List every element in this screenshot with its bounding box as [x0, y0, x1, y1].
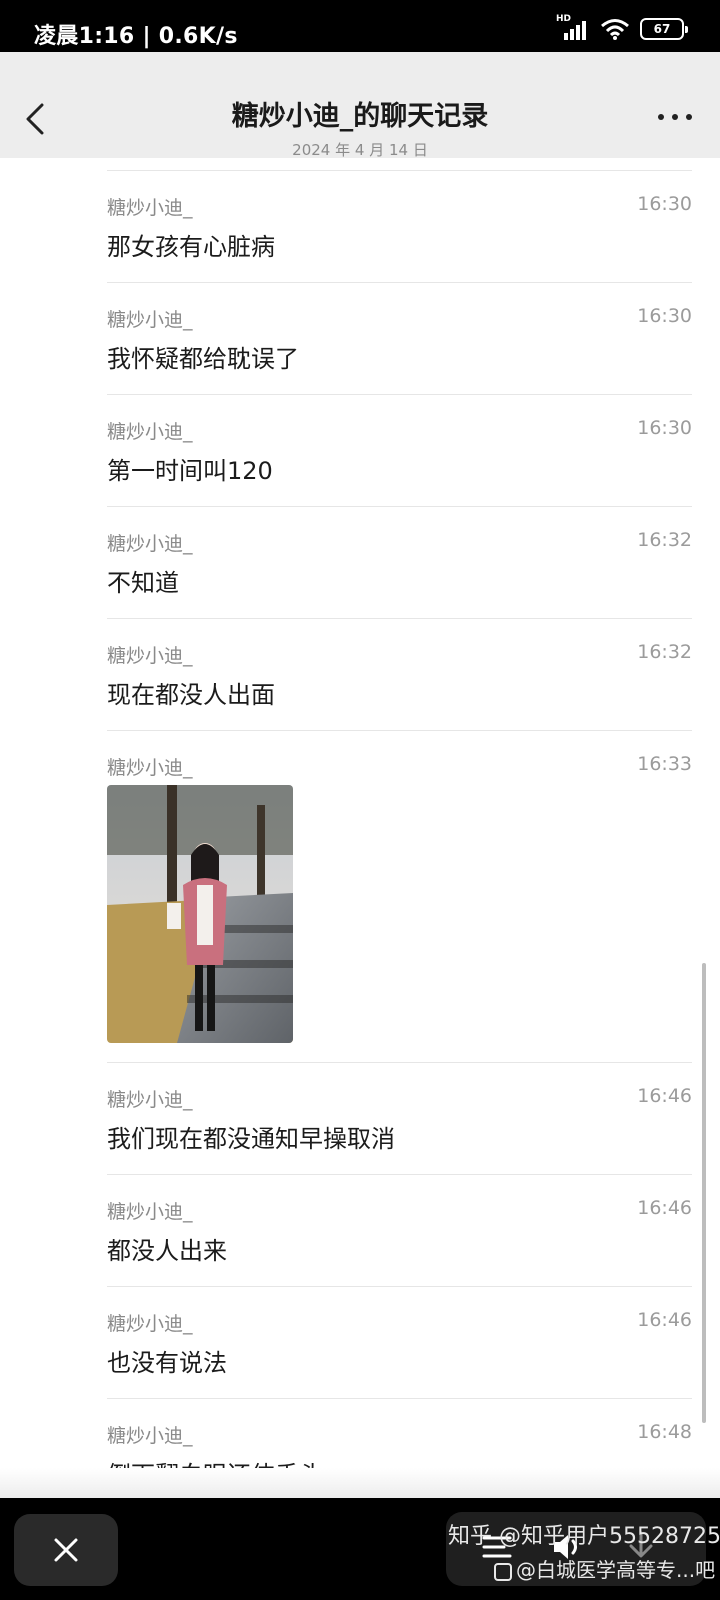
- message-item[interactable]: 糖炒小迪_ 16:32 不知道: [107, 506, 692, 618]
- message-item[interactable]: 糖炒小迪_ 16:30 那女孩有心脏病: [107, 170, 692, 282]
- message-item[interactable]: 糖炒小迪_ 16:46 也没有说法: [107, 1286, 692, 1398]
- media-control-bar: 知乎 @知乎用户55528725 @白城医学高等专...吧: [0, 1498, 720, 1600]
- message-sender: 糖炒小迪_: [107, 1313, 193, 1335]
- wifi-icon: [601, 19, 629, 40]
- chat-date: 2024 年 4 月 14 日: [292, 141, 428, 159]
- message-sender: 糖炒小迪_: [107, 1425, 193, 1447]
- message-time: 16:33: [637, 753, 692, 775]
- message-text: 不知道: [107, 569, 179, 597]
- photo-thumbnail: [107, 785, 293, 1043]
- message-item[interactable]: 糖炒小迪_ 16:30 第一时间叫120: [107, 394, 692, 506]
- close-icon: [54, 1538, 78, 1562]
- message-sender: 糖炒小迪_: [107, 197, 193, 219]
- message-sender: 糖炒小迪_: [107, 533, 193, 555]
- message-text: 也没有说法: [107, 1349, 227, 1377]
- message-text: 现在都没人出面: [107, 681, 275, 709]
- message-text: 都没人出来: [107, 1237, 227, 1265]
- watermark-tieba-text: @白城医学高等专...吧: [516, 1558, 716, 1582]
- battery-icon: 67: [640, 18, 688, 40]
- battery-level: 67: [653, 22, 671, 36]
- message-sender: 糖炒小迪_: [107, 421, 193, 443]
- message-sender: 糖炒小迪_: [107, 1201, 193, 1223]
- message-time: 16:30: [637, 417, 692, 439]
- message-time: 16:46: [637, 1309, 692, 1331]
- scrollbar[interactable]: [702, 963, 706, 1423]
- page-title: 糖炒小迪_的聊天记录: [231, 101, 489, 132]
- message-item[interactable]: 糖炒小迪_ 16:30 我怀疑都给耽误了: [107, 282, 692, 394]
- message-text: 那女孩有心脏病: [107, 233, 275, 261]
- chat-record-list[interactable]: 糖炒小迪_ 16:30 那女孩有心脏病 糖炒小迪_ 16:30 我怀疑都给耽误了…: [0, 158, 720, 1498]
- close-button[interactable]: [14, 1514, 118, 1586]
- message-sender: 糖炒小迪_: [107, 1089, 193, 1111]
- chevron-left-icon[interactable]: [22, 102, 52, 136]
- signal-icon: HD: [556, 14, 590, 40]
- message-time: 16:46: [637, 1197, 692, 1219]
- status-icons: HD 67: [556, 14, 688, 40]
- status-time-speed: 凌晨1:16 | 0.6K/s: [34, 24, 238, 49]
- watermark-zhihu: 知乎 @知乎用户55528725: [448, 1524, 720, 1549]
- message-item-image[interactable]: 糖炒小迪_ 16:33: [107, 730, 692, 1062]
- message-item[interactable]: 糖炒小迪_ 16:46 都没人出来: [107, 1174, 692, 1286]
- title-block: 糖炒小迪_的聊天记录 2024 年 4 月 14 日: [120, 94, 600, 160]
- watermark-tieba: @白城医学高等专...吧: [494, 1554, 715, 1583]
- bottom-fade: [0, 1468, 720, 1498]
- message-time: 16:32: [637, 529, 692, 551]
- message-sender: 糖炒小迪_: [107, 309, 193, 331]
- photo-message[interactable]: [107, 785, 293, 1043]
- message-time: 16:32: [637, 641, 692, 663]
- message-text: 我怀疑都给耽误了: [107, 345, 299, 373]
- message-time: 16:48: [637, 1421, 692, 1443]
- message-time: 16:30: [637, 305, 692, 327]
- message-text: 第一时间叫120: [107, 457, 273, 485]
- tieba-icon: [494, 1562, 512, 1581]
- message-time: 16:46: [637, 1085, 692, 1107]
- message-item[interactable]: 糖炒小迪_ 16:46 我们现在都没通知早操取消: [107, 1062, 692, 1174]
- message-time: 16:30: [637, 193, 692, 215]
- message-sender: 糖炒小迪_: [107, 645, 193, 667]
- status-bar: 凌晨1:16 | 0.6K/s HD 67: [0, 0, 720, 52]
- chat-history-header: 糖炒小迪_的聊天记录 2024 年 4 月 14 日: [0, 52, 720, 160]
- message-item[interactable]: 糖炒小迪_ 16:32 现在都没人出面: [107, 618, 692, 730]
- message-text: 我们现在都没通知早操取消: [107, 1125, 395, 1153]
- message-sender: 糖炒小迪_: [107, 757, 193, 779]
- more-dots-icon[interactable]: [658, 114, 692, 124]
